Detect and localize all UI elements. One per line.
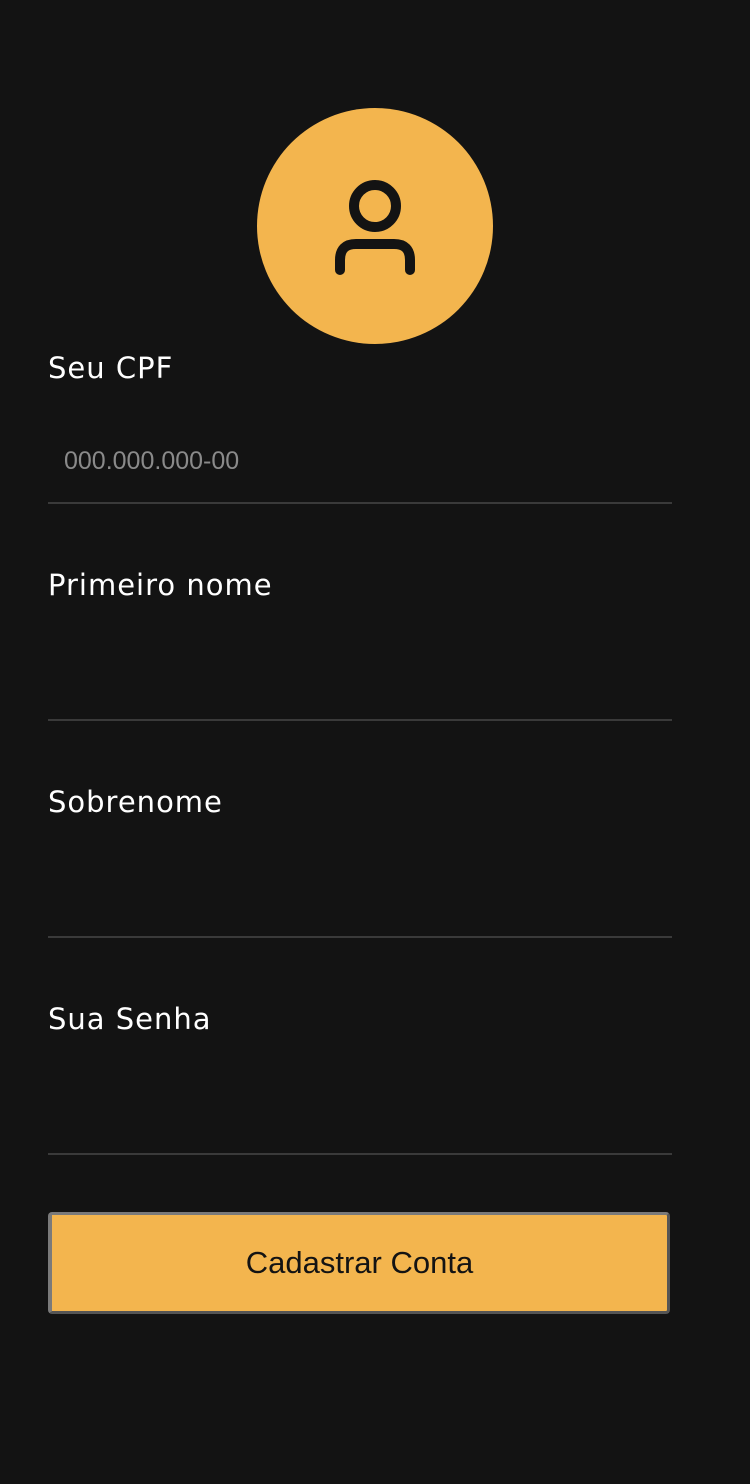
cpf-field-group: Seu CPF xyxy=(48,348,672,548)
last-name-input[interactable] xyxy=(48,854,672,938)
password-field-group: Sua Senha xyxy=(48,999,672,1199)
password-input[interactable] xyxy=(48,1071,672,1155)
last-name-field-group: Sobrenome xyxy=(48,782,672,982)
password-label: Sua Senha xyxy=(48,1002,212,1036)
first-name-field-group: Primeiro nome xyxy=(48,565,672,765)
first-name-label: Primeiro nome xyxy=(48,568,273,602)
last-name-label: Sobrenome xyxy=(48,785,223,819)
cpf-input[interactable] xyxy=(48,420,672,504)
first-name-input[interactable] xyxy=(48,637,672,721)
cpf-label: Seu CPF xyxy=(48,351,174,385)
create-account-button[interactable]: Cadastrar Conta xyxy=(48,1212,670,1314)
avatar[interactable] xyxy=(257,108,493,344)
user-icon xyxy=(335,180,415,275)
